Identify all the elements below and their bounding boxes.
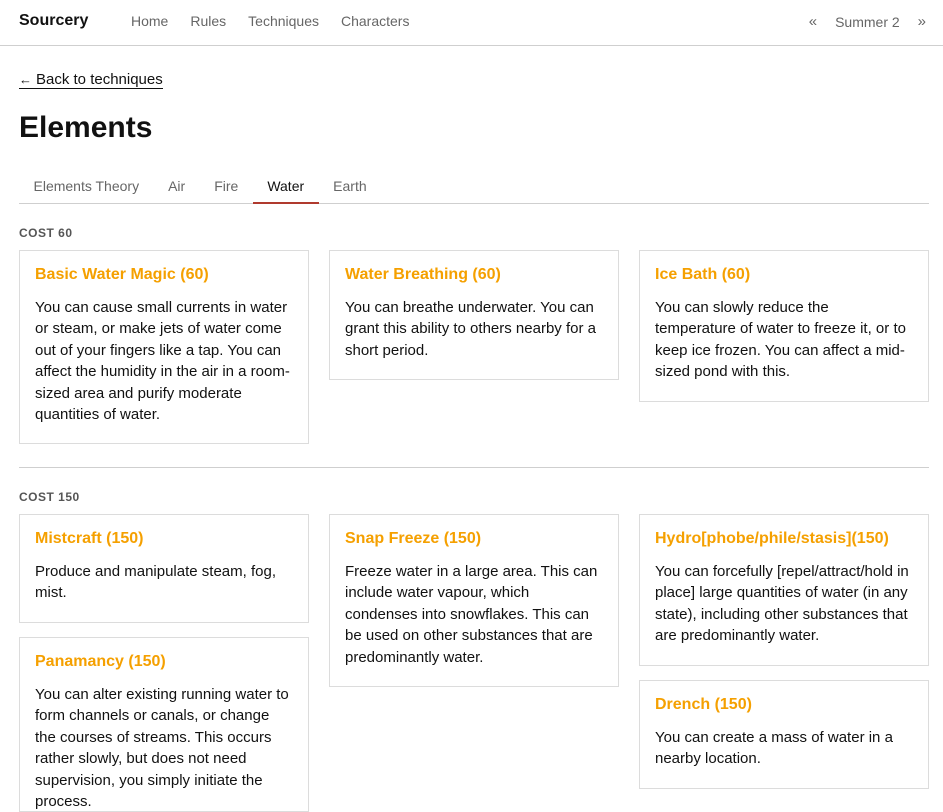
- season-switcher: « Summer 2 »: [809, 13, 926, 30]
- nav-rules[interactable]: Rules: [190, 13, 226, 29]
- technique-description: You can breathe underwater. You can gran…: [345, 299, 596, 359]
- technique-title-link[interactable]: Panamancy (150): [35, 652, 293, 672]
- section-label-cost-150: COST 150: [19, 490, 80, 504]
- technique-description: Freeze water in a large area. This can i…: [345, 563, 598, 666]
- technique-card: Mistcraft (150) Produce and manipulate s…: [19, 514, 309, 623]
- top-navbar: Sourcery Home Rules Techniques Character…: [0, 0, 943, 46]
- technique-title-link[interactable]: Ice Bath (60): [655, 265, 913, 285]
- tab-water[interactable]: Water: [252, 169, 319, 204]
- tab-elements-theory[interactable]: Elements Theory: [19, 169, 154, 204]
- technique-description: You can forcefully [repel/attract/hold i…: [655, 563, 909, 645]
- section-divider: [19, 467, 929, 468]
- technique-card: Panamancy (150) You can alter existing r…: [19, 637, 309, 812]
- technique-card: Ice Bath (60) You can slowly reduce the …: [639, 250, 929, 402]
- technique-description: Produce and manipulate steam, fog, mist.: [35, 563, 276, 602]
- technique-title-link[interactable]: Hydro[phobe/phile/stasis](150): [655, 529, 913, 549]
- technique-description: You can alter existing running water to …: [35, 686, 289, 811]
- arrow-left-icon: ←: [19, 72, 32, 87]
- technique-card: Drench (150) You can create a mass of wa…: [639, 680, 929, 789]
- brand-link[interactable]: Sourcery: [19, 12, 88, 30]
- technique-description: You can slowly reduce the temperature of…: [655, 299, 906, 381]
- element-tabs: Elements Theory Air Fire Water Earth: [19, 169, 929, 204]
- technique-description: You can cause small currents in water or…: [35, 299, 290, 424]
- nav-characters[interactable]: Characters: [341, 13, 409, 29]
- season-prev-button[interactable]: «: [809, 13, 817, 30]
- technique-title-link[interactable]: Drench (150): [655, 695, 913, 715]
- technique-card: Snap Freeze (150) Freeze water in a larg…: [329, 514, 619, 688]
- nav-home[interactable]: Home: [131, 13, 168, 29]
- tab-air[interactable]: Air: [154, 169, 200, 204]
- back-to-techniques-link[interactable]: ← Back to techniques: [19, 72, 163, 89]
- technique-title-link[interactable]: Basic Water Magic (60): [35, 265, 293, 285]
- season-label: Summer 2: [835, 13, 900, 30]
- nav-techniques[interactable]: Techniques: [248, 13, 319, 29]
- tab-earth[interactable]: Earth: [319, 169, 381, 204]
- technique-description: You can create a mass of water in a near…: [655, 729, 893, 768]
- technique-card: Basic Water Magic (60) You can cause sma…: [19, 250, 309, 445]
- season-next-button[interactable]: »: [918, 13, 926, 30]
- main-nav: Home Rules Techniques Characters: [131, 13, 431, 29]
- page-title: Elements: [19, 111, 153, 144]
- technique-card: Water Breathing (60) You can breathe und…: [329, 250, 619, 381]
- tab-fire[interactable]: Fire: [200, 169, 253, 204]
- back-link-label: Back to techniques: [36, 71, 163, 88]
- technique-card: Hydro[phobe/phile/stasis](150) You can f…: [639, 514, 929, 666]
- section-label-cost-60: COST 60: [19, 226, 73, 240]
- technique-title-link[interactable]: Mistcraft (150): [35, 529, 293, 549]
- technique-title-link[interactable]: Water Breathing (60): [345, 265, 603, 285]
- technique-title-link[interactable]: Snap Freeze (150): [345, 529, 603, 549]
